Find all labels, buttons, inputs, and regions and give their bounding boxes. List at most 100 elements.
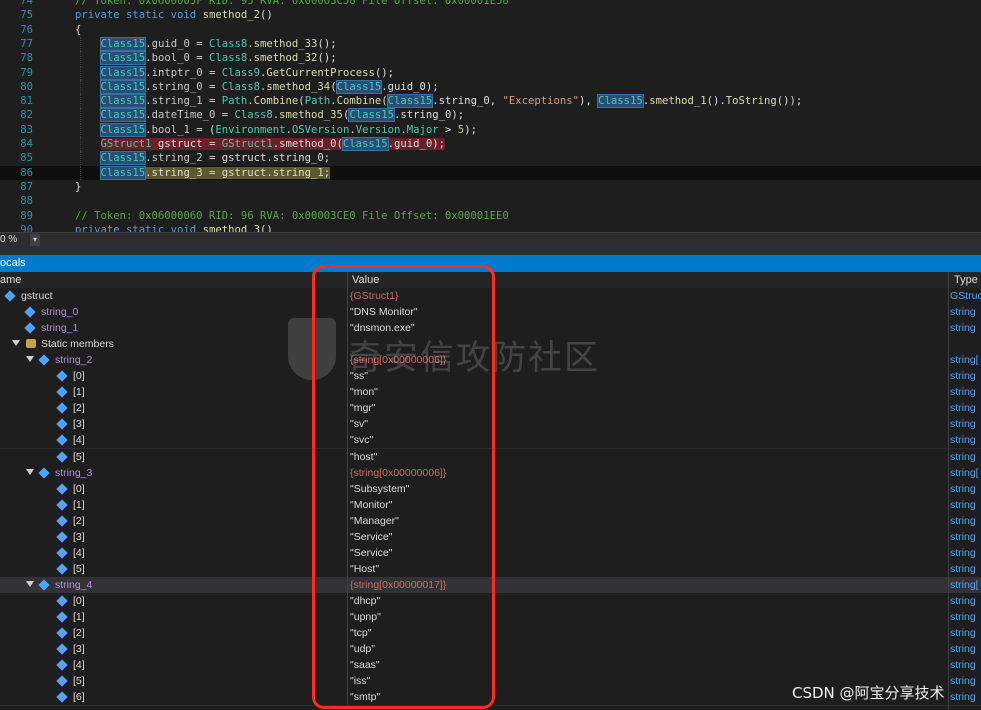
code-line[interactable]: 76 { [0,23,981,37]
line-number: 79 [20,66,33,79]
expand-toggle-icon[interactable] [12,340,20,347]
expand-toggle-icon[interactable] [26,356,34,363]
variable-type: string [950,434,976,447]
code-line[interactable]: 75 private static void smethod_2() [0,8,981,22]
field-icon [56,482,68,495]
variable-type: string [950,594,976,607]
code-line[interactable]: 82 Class15.dateTime_0 = Class8.smethod_3… [0,108,981,123]
variable-name: string_2 [55,354,93,367]
field-icon [4,290,16,302]
line-number: 74 [20,0,33,7]
variable-name: [1] [73,611,85,623]
field-icon [56,450,68,463]
variable-name: gstruct [21,290,53,302]
code-text: // Token: 0x06000060 RID: 96 RVA: 0x0000… [75,209,509,222]
code-text: Class15.string_0 = Class8.smethod_34(Cla… [99,79,439,94]
line-number: 86 [20,166,33,179]
variable-name: [6] [73,691,85,704]
variable-type: string [950,450,976,463]
line-number: 76 [20,23,33,36]
expand-toggle-icon[interactable] [26,468,34,475]
code-text: Class15.string_2 = gstruct.string_0; [99,151,331,166]
code-line[interactable]: 84 GStruct1 gstruct = GStruct1.smethod_0… [0,137,981,151]
variable-type: string [950,322,976,335]
column-divider-type[interactable] [948,272,949,710]
variable-name: [3] [73,530,85,543]
field-icon [56,659,68,671]
code-line[interactable]: 81 Class15.string_1 = Path.Combine(Path.… [0,94,981,109]
variable-name: [5] [73,562,85,575]
variable-name: [3] [73,418,85,431]
field-icon [56,386,68,398]
code-line[interactable]: 85 Class15.string_2 = gstruct.string_0; [0,151,981,166]
variable-type: string [950,675,976,688]
code-line[interactable]: 74 // Token: 0x0600005F RID: 95 RVA: 0x00… [0,0,981,8]
line-number: 83 [20,123,33,136]
code-line[interactable]: 88 [0,194,981,208]
variable-name: string_1 [41,322,79,335]
field-icon [38,579,50,591]
variable-name: string_4 [55,578,93,591]
variable-type: string [950,386,976,399]
variable-type: string [950,514,976,527]
line-number: 80 [20,80,33,93]
variable-type: GStruc [950,290,981,302]
variable-name: Static members [41,338,114,351]
line-number: 77 [20,37,33,50]
code-editor[interactable]: 74 // Token: 0x0600005F RID: 95 RVA: 0x00… [0,0,981,232]
field-icon [56,675,68,687]
code-text: Class15.intptr_0 = Class9.GetCurrentProc… [99,65,394,80]
code-line[interactable]: 90 private static void smethod_3() [0,223,981,232]
zoom-level[interactable]: 0 % [0,233,17,247]
variable-name: [0] [73,370,85,383]
variable-name: [0] [73,594,85,607]
field-icon [56,595,68,607]
field-icon [56,434,68,447]
field-icon [56,515,68,527]
field-icon [56,611,68,623]
column-header-type[interactable]: Type [954,272,978,288]
code-line[interactable]: 89 // Token: 0x06000060 RID: 96 RVA: 0x00… [0,209,981,223]
line-number: 85 [20,152,33,165]
field-icon [38,354,50,366]
variable-name: [5] [73,450,85,463]
variable-name: [2] [73,627,85,640]
variable-name: [4] [73,434,85,447]
code-line[interactable]: 80 Class15.string_0 = Class8.smethod_34(… [0,79,981,94]
line-number: 78 [20,52,33,65]
variable-type: string [950,402,976,415]
variable-name: [4] [73,659,85,672]
code-line[interactable]: 78 Class15.bool_0 = Class8.smethod_32(); [0,51,981,66]
code-line[interactable]: 87} [0,180,981,194]
variable-name: [4] [73,546,85,559]
variable-name: string_0 [41,306,79,319]
variable-name: [1] [73,386,85,399]
code-line[interactable]: 83 Class15.bool_1 = (Environment.OSVersi… [0,122,981,137]
code-line[interactable]: 79 Class15.intptr_0 = Class9.GetCurrentP… [0,65,981,80]
code-text: Class15.bool_0 = Class8.smethod_32(); [99,51,337,66]
line-number: 90 [20,223,33,232]
field-icon [56,563,68,575]
expand-toggle-icon[interactable] [26,580,34,587]
code-line[interactable]: 86 Class15.string_3 = gstruct.string_1; [0,165,981,180]
variable-type: string [950,306,976,319]
code-text: Class15.guid_0 = Class8.smethod_33(); [99,36,337,51]
line-number: 75 [20,9,33,22]
column-header-name[interactable]: ame [0,272,21,288]
variable-type: string [950,370,976,383]
variable-name: [0] [73,482,85,495]
field-icon [24,322,36,334]
variable-type: string[ [950,354,979,367]
variable-type: string [950,691,976,704]
variable-name: [3] [73,643,85,656]
code-text: private static void smethod_3() [75,223,273,232]
splitter[interactable] [0,247,981,255]
field-icon [56,402,68,415]
code-line[interactable]: 77 Class15.guid_0 = Class8.smethod_33(); [0,36,981,51]
code-text: Class15.string_3 = gstruct.string_1; [99,165,331,180]
variable-type: string [950,498,976,511]
variable-type: string [950,530,976,543]
field-icon [56,643,68,655]
zoom-dropdown-icon[interactable]: ▾ [30,234,40,246]
code-text: GStruct1 gstruct = GStruct1.smethod_0(Cl… [100,137,445,151]
